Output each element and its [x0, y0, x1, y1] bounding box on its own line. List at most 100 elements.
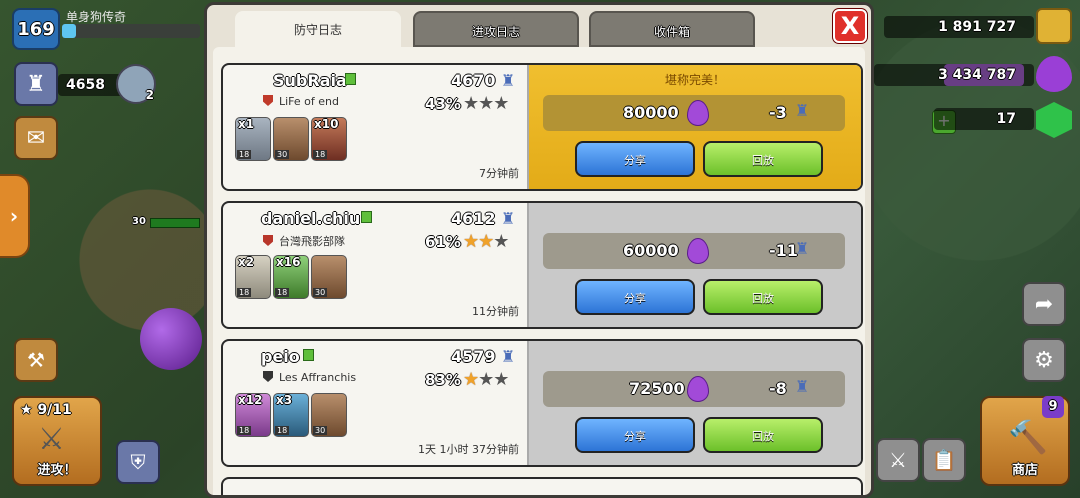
shop-badge: 9 — [1042, 396, 1064, 418]
trophy-icon: ♜ — [501, 71, 516, 90]
builder-attack-button[interactable]: ⚔ — [876, 438, 920, 482]
log-entry-info: SubRaia LiFe of end 4670 ♜ 43% ★★★ x1 18 … — [223, 65, 527, 189]
expand-arrow-button[interactable]: › — [0, 174, 30, 258]
time-ago: 7分钟前 — [479, 167, 519, 180]
star-filled-icon: ★ — [463, 231, 479, 252]
clan-name: Les Affranchis — [279, 371, 357, 384]
share-button[interactable]: 分享 — [575, 279, 695, 315]
crossed-axes-icon: ⚔ — [38, 422, 65, 457]
attacker-clan[interactable]: 台灣飛影部隊 — [263, 233, 345, 249]
battle-log-panel: 防守日志 进攻日志 收件箱 X SubRaia LiFe of end 4670… — [204, 2, 874, 498]
share-button[interactable]: 分享 — [575, 417, 695, 453]
star-rating: ★★★ — [463, 93, 509, 114]
troop-level: 30 — [313, 288, 328, 297]
troop-level: 18 — [237, 426, 252, 435]
troop-level: 18 — [237, 150, 252, 159]
shop-hammer-icon: 🔨 — [1008, 418, 1048, 456]
log-entry: daniel.chiu 台灣飛影部隊 4612 ♜ 61% ★★★ x2 18 x… — [221, 201, 863, 329]
attacker-trophies: 4579 — [451, 347, 496, 366]
attacker-name[interactable]: daniel.chiu — [261, 209, 360, 228]
troop-slot: x16 18 — [273, 255, 309, 299]
replay-button[interactable]: 回放 — [703, 417, 823, 453]
attacker-trophies: 4612 — [451, 209, 496, 228]
mail-button[interactable]: ✉ — [14, 116, 58, 160]
log-entry: SubRaia LiFe of end 4670 ♜ 43% ★★★ x1 18 … — [221, 63, 863, 191]
player-level-badge[interactable]: 169 — [12, 8, 60, 50]
replay-button[interactable]: 回放 — [703, 279, 823, 315]
perfect-label: 堪称完美！ — [664, 73, 725, 87]
attack-label: 进攻！ — [37, 463, 77, 478]
star-empty-icon: ★ — [478, 369, 494, 390]
troop-slot: x2 18 — [235, 255, 271, 299]
clan-badge-icon — [263, 95, 273, 106]
trophy-change: -8 — [769, 379, 787, 398]
chevron-right-icon: › — [9, 204, 19, 228]
elixir-icon — [1036, 56, 1072, 92]
troop-slot: 30 — [273, 117, 309, 161]
star-empty-icon: ★ — [493, 231, 509, 252]
troop-slot: 30 — [311, 255, 347, 299]
loot-bar: 80000 -3 ♜ — [543, 95, 845, 131]
attacker-name[interactable]: peio — [261, 347, 300, 366]
trophy-icon: ♜ — [26, 71, 46, 97]
share-button[interactable]: 分享 — [575, 141, 695, 177]
xp-fill — [62, 24, 76, 38]
trophy-icon: ♜ — [795, 101, 810, 120]
tab-attack-log[interactable]: 进攻日志 — [413, 11, 579, 47]
tab-inbox[interactable]: 收件箱 — [589, 11, 755, 47]
troop-slot: x1 18 — [235, 117, 271, 161]
loot-panel: 72500 -8 ♜ 分享 回放 — [527, 341, 861, 465]
player-name: 单身狗传奇 — [66, 10, 127, 24]
mail-icon: ✉ — [26, 125, 46, 151]
troop-slot: x3 18 — [273, 393, 309, 437]
time-ago: 11分钟前 — [472, 305, 519, 318]
log-entry-partial — [221, 477, 863, 495]
star-rating: ★★★ — [463, 231, 509, 252]
attacker-trophies: 4670 — [451, 71, 496, 90]
clipboard-icon: 📋 — [931, 448, 957, 472]
share-side-button[interactable]: ➦ — [1022, 282, 1066, 326]
elixir-counter: 3 434 787 — [874, 64, 1034, 86]
trophy-icon: ♜ — [501, 347, 516, 366]
loot-amount: 60000 — [623, 241, 679, 260]
loot-amount: 80000 — [623, 103, 679, 122]
build-button[interactable]: ⚒ — [14, 338, 58, 382]
star-empty-icon: ★ — [463, 93, 479, 114]
settings-button[interactable]: ⚙ — [1022, 338, 1066, 382]
notes-button[interactable]: 📋 — [922, 438, 966, 482]
note-icon — [361, 211, 372, 223]
attacker-name[interactable]: SubRaia — [273, 71, 347, 90]
star-rating: ★★★ — [463, 369, 509, 390]
shop-label: 商店 — [1011, 463, 1038, 478]
star-filled-icon: ★ — [478, 231, 494, 252]
league-badge[interactable]: 2 — [116, 64, 156, 104]
star-icon: ★ — [20, 402, 33, 418]
attack-button[interactable]: ★ 9/11 ⚔ 进攻！ — [12, 396, 102, 486]
star-empty-icon: ★ — [478, 93, 494, 114]
attacker-clan[interactable]: Les Affranchis — [263, 371, 356, 384]
note-icon — [345, 73, 356, 85]
gold-value: 1 891 727 — [938, 19, 1016, 35]
troop-level: 18 — [275, 288, 290, 297]
troop-level: 30 — [313, 426, 328, 435]
shield-button[interactable]: ⛨ — [116, 440, 160, 484]
attack-count: ★ 9/11 — [20, 402, 72, 418]
trophy-button[interactable]: ♜ — [14, 62, 58, 106]
note-icon — [303, 349, 314, 361]
shop-button[interactable]: 9 🔨 商店 — [980, 396, 1070, 486]
destruction-percent: 61% — [425, 233, 461, 251]
attack-count-value: 9/11 — [37, 402, 72, 418]
troop-count: x2 — [238, 255, 255, 269]
loot-panel: 60000 -11 ♜ 分享 回放 — [527, 203, 861, 327]
log-entry-info: daniel.chiu 台灣飛影部隊 4612 ♜ 61% ★★★ x2 18 x… — [223, 203, 527, 327]
close-button[interactable]: X — [833, 9, 867, 43]
loot-amount: 72500 — [629, 379, 685, 398]
trophy-change: -3 — [769, 103, 787, 122]
attacker-clan[interactable]: LiFe of end — [263, 95, 339, 108]
log-list[interactable]: SubRaia LiFe of end 4670 ♜ 43% ★★★ x1 18 … — [213, 47, 865, 495]
building-hp-label: 30 — [132, 216, 146, 227]
gem-value: 17 — [996, 111, 1016, 127]
replay-button[interactable]: 回放 — [703, 141, 823, 177]
troop-count: x1 — [238, 117, 255, 131]
troop-count: x12 — [238, 393, 263, 407]
